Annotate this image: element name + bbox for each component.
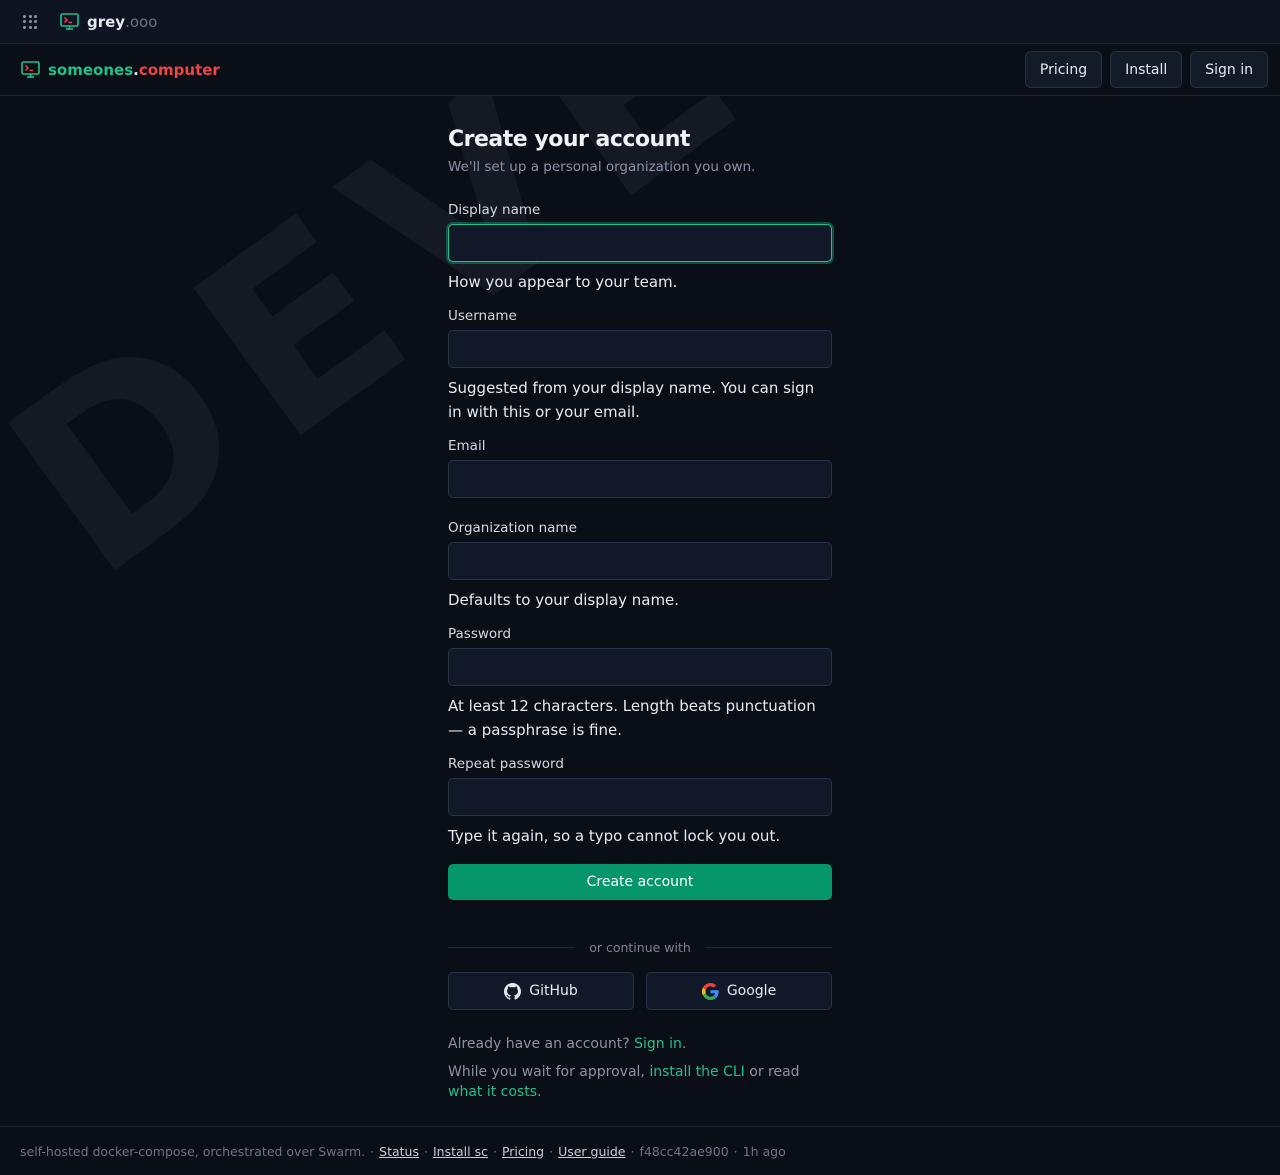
footer-age: 1h ago — [742, 1143, 786, 1159]
email-input[interactable] — [448, 460, 832, 498]
org-name-group: Organization name Defaults to your displ… — [448, 520, 832, 612]
repeat-password-input[interactable] — [448, 778, 832, 816]
brand-part-computer: computer — [138, 60, 220, 79]
repeat-password-group: Repeat password Type it again, so a typo… — [448, 756, 832, 848]
divider-text: or continue with — [589, 940, 691, 955]
repeat-password-label: Repeat password — [448, 756, 564, 772]
repeat-password-hint: Type it again, so a typo cannot lock you… — [448, 827, 781, 845]
footer-separator: · — [733, 1143, 738, 1159]
footer-separator: · — [423, 1143, 428, 1159]
create-account-button[interactable]: Create account — [448, 864, 832, 900]
footer-status-link[interactable]: Status — [379, 1144, 419, 1159]
signin-period: . — [681, 1036, 687, 1052]
terminal-monitor-icon — [60, 13, 79, 30]
display-name-input[interactable] — [448, 224, 832, 262]
footer-separator: · — [549, 1143, 554, 1159]
footer-install-sc-link[interactable]: Install sc — [433, 1144, 488, 1159]
password-input[interactable] — [448, 648, 832, 686]
password-hint: At least 12 characters. Length beats pun… — [448, 697, 816, 739]
signin-prompt: Already have an account? Sign in. — [448, 1034, 832, 1054]
grey-brand-link[interactable]: grey .ooo — [60, 13, 157, 31]
already-text: Already have an account? — [448, 1036, 630, 1052]
pricing-button[interactable]: Pricing — [1024, 51, 1103, 88]
footer-separator: · — [492, 1143, 497, 1159]
github-icon — [504, 982, 522, 1000]
org-name-label: Organization name — [448, 520, 577, 536]
someones-computer-brand-link[interactable]: someones. computer — [21, 61, 220, 79]
sign-in-link[interactable]: Sign in — [634, 1036, 682, 1052]
username-hint: Suggested from your display name. You ca… — [448, 379, 815, 421]
footer-intro: self-hosted docker-compose, orchestrated… — [20, 1143, 366, 1159]
username-group: Username Suggested from your display nam… — [448, 308, 832, 424]
brand-name: grey — [87, 12, 126, 31]
footer-user-guide-link[interactable]: User guide — [558, 1144, 625, 1159]
page-title: Create your account — [448, 127, 690, 152]
footer-pricing-link[interactable]: Pricing — [502, 1144, 544, 1159]
terminal-monitor-icon — [21, 61, 40, 78]
oauth-buttons: GitHub Google — [448, 972, 832, 1010]
wait-prefix: While you wait for approval, — [448, 1064, 645, 1080]
install-button[interactable]: Install — [1110, 51, 1183, 88]
footer-separator: · — [630, 1143, 635, 1159]
brand-part-someones: someones — [48, 60, 134, 79]
divider-line-right — [704, 947, 833, 948]
google-button[interactable]: Google — [646, 972, 832, 1010]
email-label: Email — [448, 438, 486, 454]
org-name-hint: Defaults to your display name. — [448, 591, 680, 609]
oauth-divider: or continue with — [448, 940, 833, 955]
display-name-label: Display name — [448, 202, 541, 218]
org-name-input[interactable] — [448, 542, 832, 580]
site-footer: self-hosted docker-compose, orchestrated… — [0, 1126, 1280, 1175]
sign-in-button[interactable]: Sign in — [1190, 51, 1268, 88]
username-input[interactable] — [448, 330, 832, 368]
site-navbar: someones. computer Pricing Install Sign i… — [0, 44, 1280, 96]
password-label: Password — [448, 626, 512, 642]
footer-separator: · — [370, 1143, 375, 1159]
approval-note: While you wait for approval, install the… — [448, 1062, 832, 1102]
divider-line-left — [448, 947, 576, 948]
top-bar: grey .ooo — [0, 0, 1280, 44]
github-button[interactable]: GitHub — [448, 972, 634, 1010]
signup-form: Create your account We'll set up a perso… — [448, 96, 833, 1102]
google-icon — [701, 982, 719, 1000]
username-label: Username — [448, 308, 517, 324]
display-name-group: Display name How you appear to your team… — [448, 202, 832, 294]
brand-suffix: .ooo — [125, 12, 158, 31]
footer-commit: f48cc42ae900 — [639, 1143, 729, 1159]
what-it-costs-link[interactable]: what it costs — [448, 1084, 537, 1100]
wait-suffix: . — [537, 1084, 542, 1100]
github-label: GitHub — [529, 983, 578, 999]
email-group: Email — [448, 438, 832, 498]
install-cli-link[interactable]: install the CLI — [649, 1064, 744, 1080]
display-name-hint: How you appear to your team. — [448, 273, 678, 291]
google-label: Google — [726, 983, 777, 999]
password-group: Password At least 12 characters. Length … — [448, 626, 832, 742]
page-subtitle: We'll set up a personal organization you… — [448, 159, 756, 175]
nav-actions: Pricing Install Sign in — [1024, 51, 1268, 88]
or-read-text: or read — [749, 1064, 800, 1080]
apps-grid-icon[interactable] — [23, 14, 37, 29]
